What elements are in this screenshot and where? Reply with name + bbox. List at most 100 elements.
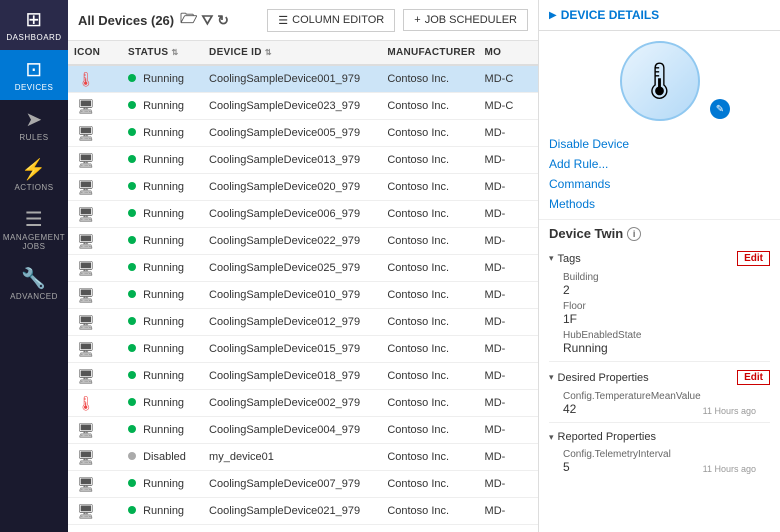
- sidebar-item-management-jobs[interactable]: ☰ Management Jobs: [0, 200, 68, 259]
- tags-group: ▾ Tags Edit Building 2 Floor 1F HubEnabl…: [549, 247, 770, 357]
- cell-icon: 🌡: [68, 65, 122, 93]
- panel-title: DEVICE DETAILS: [561, 8, 659, 22]
- status-text: Disabled: [143, 451, 186, 463]
- col-header-deviceid[interactable]: DEVICE ID ⇅: [203, 41, 381, 65]
- device-icon: 🖥: [74, 368, 98, 384]
- table-row[interactable]: 🖥 Running CoolingSampleDevice015_979 Con…: [68, 336, 538, 363]
- tags-chevron-icon: ▾: [549, 253, 554, 264]
- status-dot: [128, 371, 136, 379]
- table-row[interactable]: 🌡 Running CoolingSampleDevice001_979 Con…: [68, 65, 538, 93]
- desired-props-title: ▾ Desired Properties: [549, 372, 649, 384]
- disable-device-link[interactable]: Disable Device: [549, 135, 770, 153]
- desired-props-header[interactable]: ▾ Desired Properties Edit: [549, 366, 770, 389]
- cell-deviceid: CoolingSampleDevice007_979: [203, 471, 381, 498]
- sidebar-item-rules[interactable]: ➤ Rules: [0, 100, 68, 150]
- col-header-model[interactable]: MO: [479, 41, 538, 65]
- table-row[interactable]: 🖥 Running CoolingSampleDevice004_979 Con…: [68, 417, 538, 444]
- tags-hubenabledstate-label: HubEnabledState: [563, 330, 756, 341]
- cell-status: Running: [122, 336, 203, 363]
- cell-icon: 🖥: [68, 417, 122, 444]
- device-icon: 🖥: [74, 179, 98, 195]
- commands-link[interactable]: Commands: [549, 175, 770, 193]
- cell-model: MD-: [479, 471, 538, 498]
- sidebar-item-dashboard[interactable]: ⊞ Dashboard: [0, 0, 68, 50]
- table-header-row: ICON STATUS ⇅ DEVICE ID ⇅ MANUFACTURER ⇅: [68, 41, 538, 65]
- table-row[interactable]: 🖥 Running CoolingSampleDevice023_979 Con…: [68, 93, 538, 120]
- methods-link[interactable]: Methods: [549, 195, 770, 213]
- reported-props-header[interactable]: ▾ Reported Properties: [549, 427, 770, 447]
- table-row[interactable]: 🖥 Running CoolingSampleDevice012_979 Con…: [68, 309, 538, 336]
- status-dot: [128, 398, 136, 406]
- cell-deviceid: CoolingSampleDevice015_979: [203, 336, 381, 363]
- col-header-status[interactable]: STATUS ⇅: [122, 41, 203, 65]
- divider-2: [549, 422, 770, 423]
- dashboard-label: Dashboard: [6, 33, 61, 42]
- table-row[interactable]: 🖥 Running CoolingSampleDevice025_979 Con…: [68, 255, 538, 282]
- sidebar-item-advanced[interactable]: 🔧 Advanced: [0, 259, 68, 309]
- cell-deviceid: CoolingSampleDevice001_979: [203, 65, 381, 93]
- cell-icon: 🖥: [68, 309, 122, 336]
- rules-icon: ➤: [25, 110, 42, 130]
- cell-deviceid: my_device01: [203, 444, 381, 471]
- sidebar-item-actions[interactable]: ⚡ Actions: [0, 150, 68, 200]
- table-row[interactable]: 🖥 Running CoolingSampleDevice021_979 Con…: [68, 498, 538, 525]
- job-scheduler-button[interactable]: + JOB SCHEDULER: [403, 9, 528, 31]
- main-content: All Devices (26) 🗁 ⛛ ↻ ☰ COLUMN EDITOR +…: [68, 0, 538, 532]
- status-dot: [128, 317, 136, 325]
- reported-props-chevron-icon: ▾: [549, 432, 554, 443]
- top-bar: All Devices (26) 🗁 ⛛ ↻ ☰ COLUMN EDITOR +…: [68, 0, 538, 41]
- cell-manufacturer: Contoso Inc.: [381, 309, 478, 336]
- table-row[interactable]: 🖥 Running CoolingSampleDevice006_979 Con…: [68, 201, 538, 228]
- status-dot: [128, 506, 136, 514]
- device-edit-icon[interactable]: ✎: [710, 99, 730, 119]
- device-icon: 🖥: [74, 233, 98, 249]
- cell-model: MD-: [479, 444, 538, 471]
- status-text: Running: [143, 154, 184, 166]
- table-row[interactable]: 🖥 Running CoolingSampleDevice020_979 Con…: [68, 174, 538, 201]
- tags-group-title: ▾ Tags: [549, 253, 581, 265]
- sidebar-item-devices[interactable]: ⊡ Devices: [0, 50, 68, 100]
- table-row[interactable]: 🖥 Running CoolingSampleDevice022_979 Con…: [68, 228, 538, 255]
- device-visual: 🌡 ✎: [539, 31, 780, 131]
- page-title-text: All Devices (26): [78, 13, 174, 28]
- column-editor-button[interactable]: ☰ COLUMN EDITOR: [267, 9, 395, 32]
- device-twin-info-icon[interactable]: i: [627, 227, 641, 241]
- table-row[interactable]: 🖥 Running CoolingSampleDevice010_979 Con…: [68, 282, 538, 309]
- cell-icon: 🖥: [68, 201, 122, 228]
- thermometer-icon: 🌡: [74, 71, 98, 87]
- folder-icon[interactable]: 🗁: [180, 8, 197, 32]
- cell-model: MD-: [479, 147, 538, 174]
- sort-icon-status: ⇅: [171, 48, 178, 57]
- cell-status: Running: [122, 201, 203, 228]
- table-row[interactable]: 🖥 Running CoolingSampleDevice013_979 Con…: [68, 147, 538, 174]
- device-icon: 🖥: [74, 341, 98, 357]
- status-dot: [128, 290, 136, 298]
- actions-icon: ⚡: [21, 160, 46, 180]
- tags-hubenabledstate-field: HubEnabledState Running: [549, 328, 770, 357]
- tags-building-value: 2: [563, 283, 756, 297]
- tags-group-header[interactable]: ▾ Tags Edit: [549, 247, 770, 270]
- job-scheduler-icon: +: [414, 14, 420, 26]
- tags-edit-button[interactable]: Edit: [737, 251, 770, 266]
- reported-props-title: ▾ Reported Properties: [549, 431, 656, 443]
- table-row[interactable]: 🖥 Running CoolingSampleDevice005_979 Con…: [68, 120, 538, 147]
- cell-model: MD-: [479, 282, 538, 309]
- desired-props-edit-button[interactable]: Edit: [737, 370, 770, 385]
- table-row[interactable]: 🖥 Disabled my_device01 Contoso Inc. MD-: [68, 444, 538, 471]
- cell-status: Running: [122, 120, 203, 147]
- table-row[interactable]: 🖥 Running CoolingSampleDevice007_979 Con…: [68, 471, 538, 498]
- cell-status: Running: [122, 498, 203, 525]
- col-header-manufacturer[interactable]: MANUFACTURER ⇅: [381, 41, 478, 65]
- table-row[interactable]: 🖥 Running CoolingSampleDevice018_979 Con…: [68, 363, 538, 390]
- desired-properties-group: ▾ Desired Properties Edit Config.Tempera…: [549, 366, 770, 418]
- cell-manufacturer: Contoso Inc.: [381, 498, 478, 525]
- device-icon: 🖥: [74, 422, 98, 438]
- refresh-icon[interactable]: ↻: [217, 12, 229, 29]
- cell-manufacturer: Contoso Inc.: [381, 363, 478, 390]
- add-rule-link[interactable]: Add Rule...: [549, 155, 770, 173]
- table-row[interactable]: 🌡 Running CoolingSampleDevice002_979 Con…: [68, 390, 538, 417]
- status-text: Running: [143, 289, 184, 301]
- status-text: Running: [143, 343, 184, 355]
- cell-manufacturer: Contoso Inc.: [381, 228, 478, 255]
- filter-icon[interactable]: ⛛: [201, 12, 213, 29]
